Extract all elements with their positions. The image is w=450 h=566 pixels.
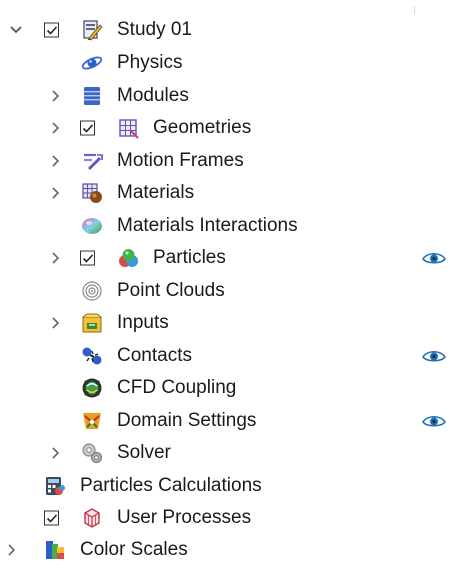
user-processes-label: User Processes: [117, 507, 252, 528]
particles-calculations-label: Particles Calculations: [80, 475, 262, 496]
study-label: Study 01: [117, 19, 192, 40]
eye-icon[interactable]: [421, 347, 447, 365]
chevron-right-icon[interactable]: [48, 153, 64, 169]
domain-settings-icon: [80, 409, 104, 433]
particles-checkbox[interactable]: [80, 250, 95, 266]
domain-settings-label: Domain Settings: [117, 410, 257, 431]
chevron-right-icon[interactable]: [48, 315, 64, 331]
motion-frames-icon: [80, 149, 104, 173]
geometries-checkbox[interactable]: [80, 120, 95, 136]
chevron-right-icon[interactable]: [4, 542, 20, 558]
motion-frames-label: Motion Frames: [117, 150, 244, 171]
panel-divider: [414, 6, 415, 14]
study-icon: [80, 18, 104, 42]
materials-icon: [80, 181, 104, 205]
particles-icon: [116, 246, 140, 270]
tree-row-materials-interactions[interactable]: Materials Interactions: [0, 210, 450, 242]
study-checkbox[interactable]: [44, 22, 59, 38]
modules-label: Modules: [117, 85, 189, 106]
cfd-coupling-icon: [80, 376, 104, 400]
particles-label: Particles: [153, 247, 226, 268]
color-scales-label: Color Scales: [80, 539, 188, 560]
tree-row-point-clouds[interactable]: Point Clouds: [0, 275, 450, 307]
materials-interactions-label: Materials Interactions: [117, 215, 298, 236]
materials-interactions-icon: [80, 214, 104, 238]
solver-label: Solver: [117, 442, 171, 463]
chevron-right-icon[interactable]: [48, 250, 64, 266]
inputs-icon: [80, 311, 104, 335]
chevron-right-icon[interactable]: [48, 185, 64, 201]
tree-row-color-scales[interactable]: Color Scales: [0, 534, 450, 566]
tree-row-materials[interactable]: Materials: [0, 177, 450, 209]
physics-icon: [80, 51, 104, 75]
study-tree: Study 01 Physics Modules Geometries Moti…: [0, 0, 450, 560]
materials-label: Materials: [117, 182, 195, 203]
color-scales-icon: [43, 538, 67, 562]
user-processes-checkbox[interactable]: [44, 510, 59, 526]
tree-row-user-processes[interactable]: User Processes: [0, 502, 450, 534]
point-clouds-icon: [80, 279, 104, 303]
geometries-label: Geometries: [153, 117, 252, 138]
chevron-right-icon[interactable]: [48, 88, 64, 104]
chevron-right-icon[interactable]: [48, 120, 64, 136]
cfd-coupling-label: CFD Coupling: [117, 377, 237, 398]
tree-row-particles[interactable]: Particles: [0, 242, 450, 274]
point-clouds-label: Point Clouds: [117, 280, 225, 301]
tree-row-cfd-coupling[interactable]: CFD Coupling: [0, 372, 450, 404]
tree-row-motion-frames[interactable]: Motion Frames: [0, 145, 450, 177]
solver-icon: [80, 441, 104, 465]
modules-icon: [80, 84, 104, 108]
eye-icon[interactable]: [421, 412, 447, 430]
contacts-label: Contacts: [117, 345, 192, 366]
eye-icon[interactable]: [421, 249, 447, 267]
contacts-icon: [80, 344, 104, 368]
physics-label: Physics: [117, 52, 183, 73]
tree-row-domain-settings[interactable]: Domain Settings: [0, 405, 450, 437]
tree-row-particles-calculations[interactable]: Particles Calculations: [0, 470, 450, 502]
particles-calculations-icon: [43, 474, 67, 498]
tree-row-geometries[interactable]: Geometries: [0, 112, 450, 144]
tree-row-modules[interactable]: Modules: [0, 80, 450, 112]
tree-row-inputs[interactable]: Inputs: [0, 307, 450, 339]
chevron-down-icon[interactable]: [8, 22, 24, 38]
chevron-right-icon[interactable]: [48, 445, 64, 461]
tree-row-physics[interactable]: Physics: [0, 47, 450, 79]
user-processes-icon: [80, 506, 104, 530]
geometries-icon: [116, 116, 140, 140]
tree-row-solver[interactable]: Solver: [0, 437, 450, 469]
inputs-label: Inputs: [117, 312, 169, 333]
tree-row-study[interactable]: Study 01: [0, 14, 450, 46]
tree-row-contacts[interactable]: Contacts: [0, 340, 450, 372]
